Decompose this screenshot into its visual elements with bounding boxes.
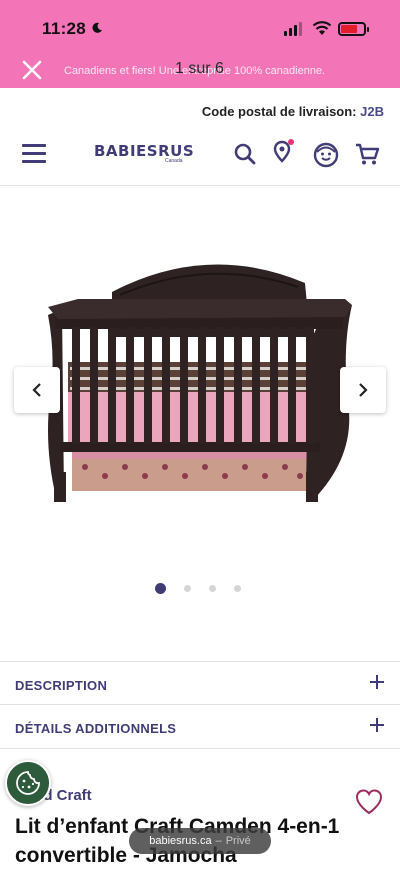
battery-icon bbox=[338, 22, 369, 36]
cellular-signal-icon bbox=[284, 22, 302, 36]
status-time: 11:28 bbox=[42, 19, 87, 38]
carousel-next-button[interactable] bbox=[340, 367, 386, 413]
chevron-left-icon bbox=[32, 383, 41, 397]
delivery-postal-code[interactable]: Code postal de livraison: J2B bbox=[202, 104, 384, 119]
url-text: babiesrus.ca bbox=[149, 835, 212, 847]
promo-banner: 11:28 Canadiens et fiers! Une entreprise… bbox=[0, 0, 400, 88]
accordion-description[interactable]: DESCRIPTION bbox=[0, 661, 400, 705]
close-icon[interactable] bbox=[20, 58, 44, 82]
logo-sub: Canada bbox=[165, 158, 183, 164]
cookie-icon bbox=[16, 771, 40, 795]
postal-code-value: J2B bbox=[360, 104, 384, 119]
divider bbox=[0, 748, 400, 749]
wifi-icon bbox=[312, 21, 332, 35]
private-mode-label: Privé bbox=[225, 835, 251, 847]
plus-icon bbox=[370, 674, 386, 690]
carousel-dot[interactable] bbox=[155, 583, 166, 594]
accordion-label: DESCRIPTION bbox=[15, 678, 108, 693]
plus-icon bbox=[370, 717, 386, 733]
product-image-carousel[interactable] bbox=[0, 187, 400, 607]
account-face-icon[interactable] bbox=[313, 142, 339, 168]
menu-icon[interactable] bbox=[22, 144, 46, 164]
accordion-additional-details[interactable]: DÉTAILS ADDITIONNELS bbox=[0, 704, 400, 748]
cart-icon[interactable] bbox=[354, 142, 380, 166]
carousel-prev-button[interactable] bbox=[14, 367, 60, 413]
url-separator: – bbox=[215, 835, 222, 847]
promo-counter: 1 sur 6 bbox=[175, 60, 224, 77]
location-pin-icon[interactable] bbox=[272, 138, 296, 166]
search-icon[interactable] bbox=[233, 142, 257, 166]
postal-label: Code postal de livraison: bbox=[201, 104, 357, 119]
carousel-pagination bbox=[155, 583, 241, 594]
carousel-dot[interactable] bbox=[209, 585, 216, 592]
focus-mode-icon bbox=[92, 22, 102, 33]
carousel-dot[interactable] bbox=[234, 585, 241, 592]
chevron-right-icon bbox=[359, 383, 368, 397]
browser-url-bar[interactable]: babiesrus.ca – Privé bbox=[129, 828, 271, 854]
accordion-label: DÉTAILS ADDITIONNELS bbox=[15, 721, 177, 736]
main-header: BABIESRUS Canada bbox=[0, 130, 400, 186]
cookie-settings-button[interactable] bbox=[5, 760, 51, 806]
carousel-dot[interactable] bbox=[184, 585, 191, 592]
heart-icon[interactable] bbox=[354, 788, 384, 816]
